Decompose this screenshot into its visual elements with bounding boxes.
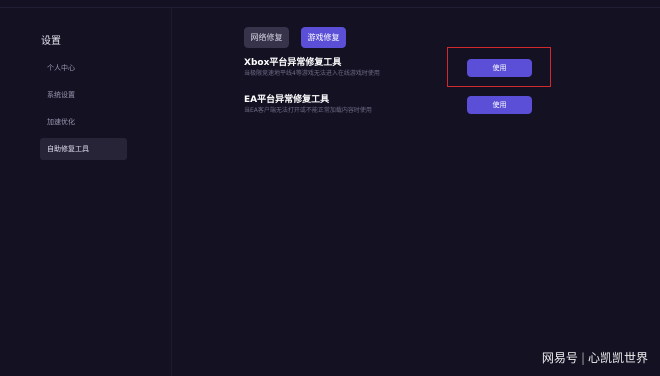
sidebar-item-acceleration[interactable]: 加速优化 — [40, 111, 127, 133]
title-bar-divider — [0, 0, 660, 8]
sidebar: 设置 个人中心 系统设置 加速优化 自助修复工具 — [0, 8, 172, 376]
highlight-annotation — [447, 47, 551, 87]
watermark-author: 心凯凯世界 — [587, 351, 648, 365]
sidebar-item-label: 系统设置 — [47, 91, 75, 99]
xbox-tool-description: 当极限竞速地平线4等游戏无法进入在线游戏时使用 — [244, 70, 380, 77]
sidebar-item-label: 加速优化 — [47, 118, 75, 126]
sidebar-item-repair-tools[interactable]: 自助修复工具 — [40, 138, 127, 160]
xbox-tool-title: Xbox平台异常修复工具 — [244, 58, 342, 68]
ea-use-button[interactable]: 使用 — [467, 96, 532, 114]
watermark: 网易号 | 心凯凯世界 — [542, 350, 648, 366]
sidebar-item-system-settings[interactable]: 系统设置 — [40, 84, 127, 106]
main-content: 网络修复 游戏修复 Xbox平台异常修复工具 当极限竞速地平线4等游戏无法进入在… — [172, 8, 660, 376]
sidebar-item-label: 自助修复工具 — [47, 145, 89, 153]
settings-window: 设置 个人中心 系统设置 加速优化 自助修复工具 网络修复 游戏修复 Xbox平… — [0, 0, 660, 376]
tab-game-repair[interactable]: 游戏修复 — [301, 27, 346, 48]
watermark-source: 网易号 — [541, 351, 578, 365]
sidebar-item-profile[interactable]: 个人中心 — [40, 57, 127, 79]
sidebar-item-label: 个人中心 — [47, 64, 75, 72]
ea-tool-title: EA平台异常修复工具 — [244, 95, 330, 105]
ea-tool-description: 当EA客户端无法打开或不能正常加载内容时使用 — [244, 107, 372, 114]
watermark-separator: | — [580, 351, 585, 365]
sidebar-title: 设置 — [41, 36, 61, 47]
tab-network-repair[interactable]: 网络修复 — [244, 27, 289, 48]
